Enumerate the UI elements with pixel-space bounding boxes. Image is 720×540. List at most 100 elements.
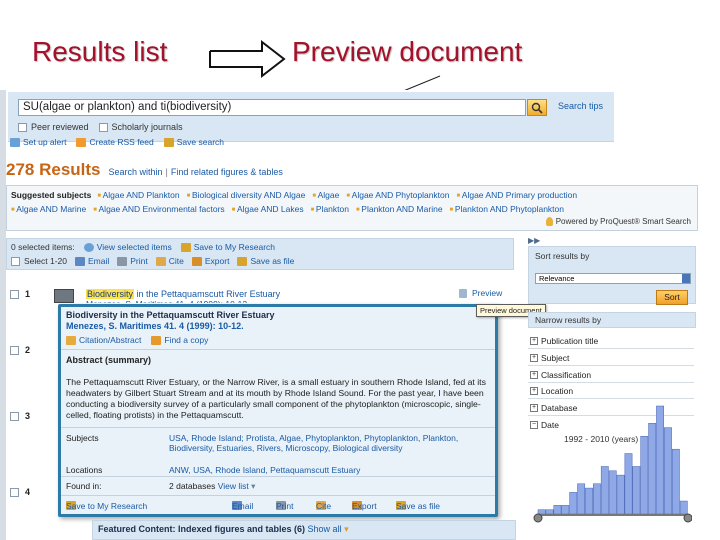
featured-content-bar: Featured Content: Indexed figures and ta… <box>92 520 516 540</box>
alert-icon <box>10 138 20 148</box>
suggested-subject-link[interactable]: Algae AND Environmental factors <box>93 204 224 214</box>
result-title-link[interactable]: Biodiversity in the Pettaquamscutt River… <box>86 289 280 299</box>
subjects-label: Subjects <box>66 433 99 443</box>
select-arrows-icon <box>682 274 690 283</box>
chevron-down-icon[interactable]: ▾ <box>342 524 349 534</box>
set-alert-link[interactable]: Set up alert <box>10 137 66 148</box>
row-checkbox[interactable] <box>10 345 19 355</box>
collapse-sidebar-icon[interactable]: ▶▶ <box>528 236 540 245</box>
preview-icon <box>459 288 467 298</box>
results-header: 278 Results Search within | Find related f… <box>6 160 283 179</box>
range-start-handle[interactable] <box>533 513 543 523</box>
abstract-heading: Abstract (summary) <box>66 355 152 365</box>
suggested-subject-link[interactable]: Algae AND Plankton <box>97 190 179 200</box>
citation-abstract-link[interactable]: Citation/Abstract <box>66 335 141 346</box>
locations-label: Locations <box>66 465 103 475</box>
email-icon <box>75 257 85 267</box>
limit-options: Peer reviewed Scholarly journals <box>18 122 183 133</box>
preview-link[interactable]: Preview <box>459 288 502 298</box>
histogram-bar-2010 <box>679 500 688 515</box>
show-all-link[interactable]: Show all <box>308 524 342 534</box>
suggested-subject-link[interactable]: Algae AND Primary production <box>456 190 577 200</box>
save-search-link[interactable]: Save search <box>163 137 224 148</box>
suggested-subject-link[interactable]: Algae AND Lakes <box>232 204 304 214</box>
histogram-bar-1993 <box>545 509 554 515</box>
suggested-subjects-label: Suggested subjects <box>11 190 92 200</box>
row-number: 2 <box>25 345 31 355</box>
find-related-link[interactable]: Find related figures & tables <box>171 167 283 177</box>
sort-label: Sort results by <box>535 251 590 261</box>
search-button[interactable] <box>527 99 547 116</box>
expand-icon: + <box>530 337 538 345</box>
lightbulb-icon <box>545 217 553 227</box>
search-tips-link[interactable]: Search tips <box>558 101 603 111</box>
find-copy-icon <box>151 336 162 346</box>
select-all-checkbox[interactable] <box>11 257 20 267</box>
facet-publication-title[interactable]: + Publication title <box>530 336 598 346</box>
suggested-subject-link[interactable]: Plankton AND Marine <box>356 204 443 214</box>
selected-count: 0 selected items: <box>11 242 75 253</box>
histogram-bar-1998 <box>585 487 593 515</box>
proquest-screen: SU(algae or plankton) and ti(biodiversit… <box>0 90 720 540</box>
subjects-value[interactable]: USA, Rhode Island; Protista, Algae, Phyt… <box>169 433 469 453</box>
search-within-link[interactable]: Search within <box>109 167 163 177</box>
facet-subject[interactable]: + Subject <box>530 353 569 363</box>
locations-value[interactable]: ANW, USA, Rhode Island, Pettaquamscutt E… <box>169 465 469 475</box>
scholarly-checkbox[interactable] <box>98 123 108 133</box>
cite-link[interactable]: Cite <box>155 256 184 267</box>
suggested-subject-link[interactable]: Plankton AND Phytoplankton <box>450 204 564 214</box>
histogram-bar-2008 <box>664 427 672 515</box>
document-thumbnail[interactable] <box>54 289 74 303</box>
suggested-subject-link[interactable]: Algae AND Phytoplankton <box>346 190 449 200</box>
select-range[interactable]: Select 1-20 <box>11 256 67 267</box>
featured-label: Featured Content: Indexed figures and ta… <box>98 524 306 534</box>
search-panel: SU(algae or plankton) and ti(biodiversit… <box>8 92 614 142</box>
suggested-subject-link[interactable]: Algae AND Marine <box>11 204 86 214</box>
folder-icon <box>180 243 191 253</box>
row-checkbox[interactable] <box>10 411 19 421</box>
left-scrollbar-edge <box>0 90 6 540</box>
search-input[interactable]: SU(algae or plankton) and ti(biodiversit… <box>18 99 526 116</box>
sort-select[interactable]: Relevance <box>535 273 691 284</box>
expand-icon: + <box>530 371 538 379</box>
suggested-subjects-panel: Suggested subjects Algae AND Plankton Biol… <box>6 185 698 231</box>
narrow-results-header: Narrow results by <box>528 312 696 328</box>
row-checkbox[interactable] <box>10 487 19 497</box>
view-list-link[interactable]: View list <box>218 481 249 491</box>
histogram-bar-1994 <box>553 505 562 515</box>
scholarly-label: Scholarly journals <box>111 122 183 132</box>
suggested-subject-link[interactable]: Algae <box>312 190 339 200</box>
sort-button[interactable]: Sort <box>656 290 688 305</box>
row-number: 4 <box>25 487 31 497</box>
alert-row: Set up alert Create RSS feed Save search <box>10 137 224 148</box>
histogram-bar-2003 <box>624 453 633 515</box>
chevron-down-icon[interactable]: ▾ <box>249 481 255 491</box>
peer-reviewed-checkbox[interactable] <box>18 123 27 133</box>
arrow-right-icon <box>209 39 286 79</box>
histogram-bar-2006 <box>648 423 657 515</box>
find-copy-link[interactable]: Find a copy <box>151 335 208 346</box>
export-link[interactable]: Export <box>191 256 229 267</box>
rss-link[interactable]: Create RSS feed <box>76 137 154 148</box>
suggested-subject-link[interactable]: Plankton <box>311 204 349 214</box>
save-research-link[interactable]: Save to My Research <box>180 242 275 253</box>
abstract-text: The Pettaquamscutt River Estuary, or the… <box>66 377 486 420</box>
suggested-subject-link[interactable]: Biological diversity AND Algae <box>187 190 306 200</box>
range-end-handle[interactable] <box>683 513 692 523</box>
list-item: 1 <box>10 289 30 299</box>
histogram-bar-1996 <box>569 492 578 515</box>
save-file-link[interactable]: Save as file <box>237 256 294 267</box>
print-link[interactable]: Print <box>117 256 148 267</box>
email-link[interactable]: Email <box>75 256 109 267</box>
facet-classification[interactable]: + Classification <box>530 370 591 380</box>
list-item: 2 <box>10 345 30 355</box>
histogram-bar-2002 <box>616 474 625 515</box>
view-selected-link[interactable]: View selected items <box>83 242 172 253</box>
preview-popup: Biodiversity in the Pettaquamscutt River… <box>58 304 498 517</box>
popup-title: Biodiversity in the Pettaquamscutt River… <box>66 310 275 320</box>
histogram-bar-1995 <box>561 505 570 515</box>
results-count: 278 Results <box>6 160 101 179</box>
cite-icon <box>155 257 166 267</box>
row-checkbox[interactable] <box>10 289 19 299</box>
date-histogram[interactable] <box>532 390 692 538</box>
